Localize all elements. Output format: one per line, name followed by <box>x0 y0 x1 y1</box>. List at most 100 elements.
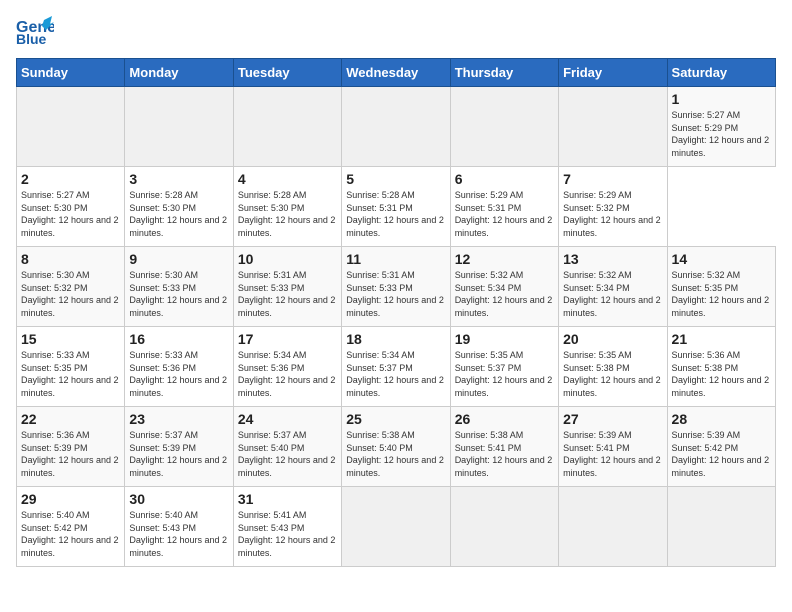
day-info: Sunrise: 5:34 AMSunset: 5:37 PMDaylight:… <box>346 350 444 398</box>
calendar-cell: 29 Sunrise: 5:40 AMSunset: 5:42 PMDaylig… <box>17 487 125 567</box>
day-number: 19 <box>455 331 554 347</box>
calendar-header-row: SundayMondayTuesdayWednesdayThursdayFrid… <box>17 59 776 87</box>
logo-icon: General Blue <box>16 16 54 46</box>
day-info: Sunrise: 5:30 AMSunset: 5:33 PMDaylight:… <box>129 270 227 318</box>
calendar-cell: 8 Sunrise: 5:30 AMSunset: 5:32 PMDayligh… <box>17 247 125 327</box>
calendar-cell: 16 Sunrise: 5:33 AMSunset: 5:36 PMDaylig… <box>125 327 233 407</box>
svg-text:Blue: Blue <box>16 31 47 46</box>
day-number: 1 <box>672 91 771 107</box>
day-number: 8 <box>21 251 120 267</box>
day-number: 5 <box>346 171 445 187</box>
calendar-cell: 5 Sunrise: 5:28 AMSunset: 5:31 PMDayligh… <box>342 167 450 247</box>
day-info: Sunrise: 5:31 AMSunset: 5:33 PMDaylight:… <box>346 270 444 318</box>
day-info: Sunrise: 5:28 AMSunset: 5:30 PMDaylight:… <box>129 190 227 238</box>
day-info: Sunrise: 5:41 AMSunset: 5:43 PMDaylight:… <box>238 510 336 558</box>
day-number: 26 <box>455 411 554 427</box>
calendar-cell: 23 Sunrise: 5:37 AMSunset: 5:39 PMDaylig… <box>125 407 233 487</box>
day-info: Sunrise: 5:36 AMSunset: 5:38 PMDaylight:… <box>672 350 770 398</box>
calendar-cell <box>667 487 775 567</box>
calendar-cell: 13 Sunrise: 5:32 AMSunset: 5:34 PMDaylig… <box>559 247 667 327</box>
day-number: 30 <box>129 491 228 507</box>
calendar-cell: 17 Sunrise: 5:34 AMSunset: 5:36 PMDaylig… <box>233 327 341 407</box>
day-info: Sunrise: 5:32 AMSunset: 5:35 PMDaylight:… <box>672 270 770 318</box>
calendar-cell: 21 Sunrise: 5:36 AMSunset: 5:38 PMDaylig… <box>667 327 775 407</box>
day-info: Sunrise: 5:32 AMSunset: 5:34 PMDaylight:… <box>455 270 553 318</box>
day-number: 21 <box>672 331 771 347</box>
calendar-table: SundayMondayTuesdayWednesdayThursdayFrid… <box>16 58 776 567</box>
header-thursday: Thursday <box>450 59 558 87</box>
calendar-cell: 30 Sunrise: 5:40 AMSunset: 5:43 PMDaylig… <box>125 487 233 567</box>
calendar-cell: 3 Sunrise: 5:28 AMSunset: 5:30 PMDayligh… <box>125 167 233 247</box>
calendar-cell: 24 Sunrise: 5:37 AMSunset: 5:40 PMDaylig… <box>233 407 341 487</box>
calendar-cell: 7 Sunrise: 5:29 AMSunset: 5:32 PMDayligh… <box>559 167 667 247</box>
day-info: Sunrise: 5:37 AMSunset: 5:40 PMDaylight:… <box>238 430 336 478</box>
day-info: Sunrise: 5:27 AMSunset: 5:30 PMDaylight:… <box>21 190 119 238</box>
logo: General Blue <box>16 16 54 46</box>
day-number: 12 <box>455 251 554 267</box>
page-header: General Blue <box>16 16 776 46</box>
header-sunday: Sunday <box>17 59 125 87</box>
day-number: 29 <box>21 491 120 507</box>
calendar-week-row: 15 Sunrise: 5:33 AMSunset: 5:35 PMDaylig… <box>17 327 776 407</box>
day-info: Sunrise: 5:37 AMSunset: 5:39 PMDaylight:… <box>129 430 227 478</box>
calendar-cell <box>125 87 233 167</box>
day-number: 23 <box>129 411 228 427</box>
day-info: Sunrise: 5:39 AMSunset: 5:41 PMDaylight:… <box>563 430 661 478</box>
day-info: Sunrise: 5:36 AMSunset: 5:39 PMDaylight:… <box>21 430 119 478</box>
day-number: 2 <box>21 171 120 187</box>
calendar-cell: 22 Sunrise: 5:36 AMSunset: 5:39 PMDaylig… <box>17 407 125 487</box>
calendar-cell: 14 Sunrise: 5:32 AMSunset: 5:35 PMDaylig… <box>667 247 775 327</box>
calendar-cell: 28 Sunrise: 5:39 AMSunset: 5:42 PMDaylig… <box>667 407 775 487</box>
calendar-cell <box>450 87 558 167</box>
day-info: Sunrise: 5:27 AMSunset: 5:29 PMDaylight:… <box>672 110 770 158</box>
day-number: 9 <box>129 251 228 267</box>
header-monday: Monday <box>125 59 233 87</box>
day-number: 16 <box>129 331 228 347</box>
day-info: Sunrise: 5:40 AMSunset: 5:43 PMDaylight:… <box>129 510 227 558</box>
day-info: Sunrise: 5:30 AMSunset: 5:32 PMDaylight:… <box>21 270 119 318</box>
calendar-cell: 31 Sunrise: 5:41 AMSunset: 5:43 PMDaylig… <box>233 487 341 567</box>
day-info: Sunrise: 5:33 AMSunset: 5:36 PMDaylight:… <box>129 350 227 398</box>
day-number: 22 <box>21 411 120 427</box>
day-number: 17 <box>238 331 337 347</box>
day-number: 28 <box>672 411 771 427</box>
day-number: 11 <box>346 251 445 267</box>
calendar-week-row: 2 Sunrise: 5:27 AMSunset: 5:30 PMDayligh… <box>17 167 776 247</box>
calendar-cell: 11 Sunrise: 5:31 AMSunset: 5:33 PMDaylig… <box>342 247 450 327</box>
day-info: Sunrise: 5:31 AMSunset: 5:33 PMDaylight:… <box>238 270 336 318</box>
calendar-cell <box>559 87 667 167</box>
day-info: Sunrise: 5:39 AMSunset: 5:42 PMDaylight:… <box>672 430 770 478</box>
day-number: 10 <box>238 251 337 267</box>
calendar-cell: 12 Sunrise: 5:32 AMSunset: 5:34 PMDaylig… <box>450 247 558 327</box>
calendar-cell: 20 Sunrise: 5:35 AMSunset: 5:38 PMDaylig… <box>559 327 667 407</box>
calendar-week-row: 8 Sunrise: 5:30 AMSunset: 5:32 PMDayligh… <box>17 247 776 327</box>
calendar-week-row: 22 Sunrise: 5:36 AMSunset: 5:39 PMDaylig… <box>17 407 776 487</box>
day-info: Sunrise: 5:40 AMSunset: 5:42 PMDaylight:… <box>21 510 119 558</box>
day-info: Sunrise: 5:34 AMSunset: 5:36 PMDaylight:… <box>238 350 336 398</box>
day-number: 7 <box>563 171 662 187</box>
calendar-cell: 26 Sunrise: 5:38 AMSunset: 5:41 PMDaylig… <box>450 407 558 487</box>
calendar-cell <box>17 87 125 167</box>
calendar-cell: 1 Sunrise: 5:27 AMSunset: 5:29 PMDayligh… <box>667 87 775 167</box>
day-info: Sunrise: 5:38 AMSunset: 5:40 PMDaylight:… <box>346 430 444 478</box>
day-info: Sunrise: 5:35 AMSunset: 5:37 PMDaylight:… <box>455 350 553 398</box>
day-number: 18 <box>346 331 445 347</box>
calendar-cell: 18 Sunrise: 5:34 AMSunset: 5:37 PMDaylig… <box>342 327 450 407</box>
calendar-cell: 25 Sunrise: 5:38 AMSunset: 5:40 PMDaylig… <box>342 407 450 487</box>
calendar-cell <box>233 87 341 167</box>
calendar-cell <box>342 87 450 167</box>
day-number: 4 <box>238 171 337 187</box>
day-info: Sunrise: 5:32 AMSunset: 5:34 PMDaylight:… <box>563 270 661 318</box>
header-tuesday: Tuesday <box>233 59 341 87</box>
calendar-cell: 19 Sunrise: 5:35 AMSunset: 5:37 PMDaylig… <box>450 327 558 407</box>
day-number: 27 <box>563 411 662 427</box>
day-info: Sunrise: 5:28 AMSunset: 5:30 PMDaylight:… <box>238 190 336 238</box>
day-number: 25 <box>346 411 445 427</box>
header-wednesday: Wednesday <box>342 59 450 87</box>
day-number: 6 <box>455 171 554 187</box>
calendar-cell <box>342 487 450 567</box>
day-info: Sunrise: 5:33 AMSunset: 5:35 PMDaylight:… <box>21 350 119 398</box>
calendar-cell <box>450 487 558 567</box>
day-info: Sunrise: 5:28 AMSunset: 5:31 PMDaylight:… <box>346 190 444 238</box>
calendar-cell: 27 Sunrise: 5:39 AMSunset: 5:41 PMDaylig… <box>559 407 667 487</box>
